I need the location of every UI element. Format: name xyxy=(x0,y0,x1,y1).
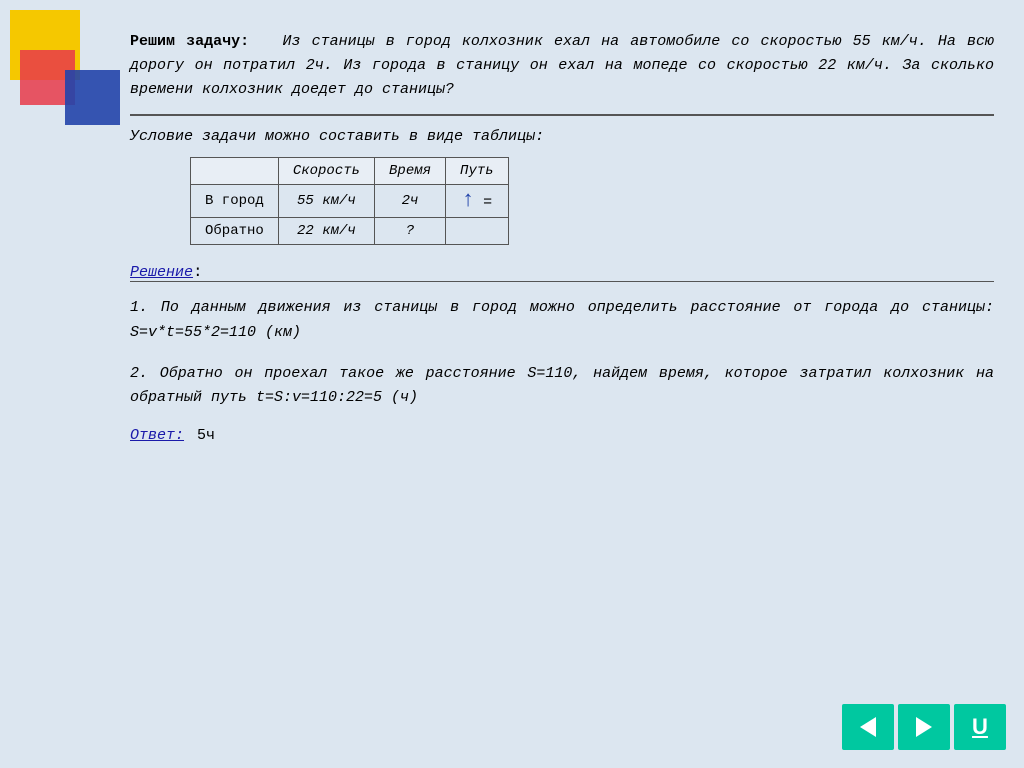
table-header-row: Скорость Время Путь xyxy=(191,158,509,185)
row1-path: ↑ = xyxy=(446,185,509,218)
row1-speed: 55 км/ч xyxy=(278,185,374,218)
row2-label: Обратно xyxy=(191,218,279,245)
problem-paragraph: Решим задачу: Из станицы в город колхозн… xyxy=(130,30,994,102)
row1-label: В город xyxy=(191,185,279,218)
answer-line: Ответ: 5ч xyxy=(130,427,994,444)
row2-time: ? xyxy=(375,218,446,245)
solution-title-line: Решение: xyxy=(130,263,994,281)
nav-buttons: U xyxy=(842,704,1006,750)
equals-sign: = xyxy=(483,194,492,211)
answer-value: 5ч xyxy=(197,427,215,444)
row2-speed: 22 км/ч xyxy=(278,218,374,245)
top-divider xyxy=(130,114,994,116)
arrow-up-icon: ↑ xyxy=(462,190,475,212)
home-icon: U xyxy=(972,714,988,740)
next-icon xyxy=(916,717,932,737)
row1-time: 2ч xyxy=(375,185,446,218)
solution-step1: 1. По данным движения из станицы в город… xyxy=(130,296,994,346)
prev-button[interactable] xyxy=(842,704,894,750)
problem-label: Решим задачу: xyxy=(130,33,249,50)
data-table: Скорость Время Путь В город 55 км/ч 2ч ↑… xyxy=(190,157,509,245)
condition-text: Условие задачи можно составить в виде та… xyxy=(130,128,994,145)
table-row: В город 55 км/ч 2ч ↑ = xyxy=(191,185,509,218)
blue-square xyxy=(65,70,120,125)
answer-label: Ответ: xyxy=(130,427,184,444)
next-button[interactable] xyxy=(898,704,950,750)
solution-step2: 2. Обратно он проехал такое же расстояни… xyxy=(130,362,994,412)
decorative-squares xyxy=(0,0,120,160)
solution-title: Решение xyxy=(130,264,193,281)
solution-divider xyxy=(130,281,994,282)
table-row: Обратно 22 км/ч ? xyxy=(191,218,509,245)
prev-icon xyxy=(860,717,876,737)
home-button[interactable]: U xyxy=(954,704,1006,750)
solution-colon: : xyxy=(193,263,203,281)
main-content: Решим задачу: Из станицы в город колхозн… xyxy=(130,30,994,688)
col-header-speed: Скорость xyxy=(278,158,374,185)
col-header-time: Время xyxy=(375,158,446,185)
problem-text: Из станицы в город колхозник ехал на авт… xyxy=(130,33,994,98)
col-header-empty xyxy=(191,158,279,185)
col-header-path: Путь xyxy=(446,158,509,185)
row2-path xyxy=(446,218,509,245)
